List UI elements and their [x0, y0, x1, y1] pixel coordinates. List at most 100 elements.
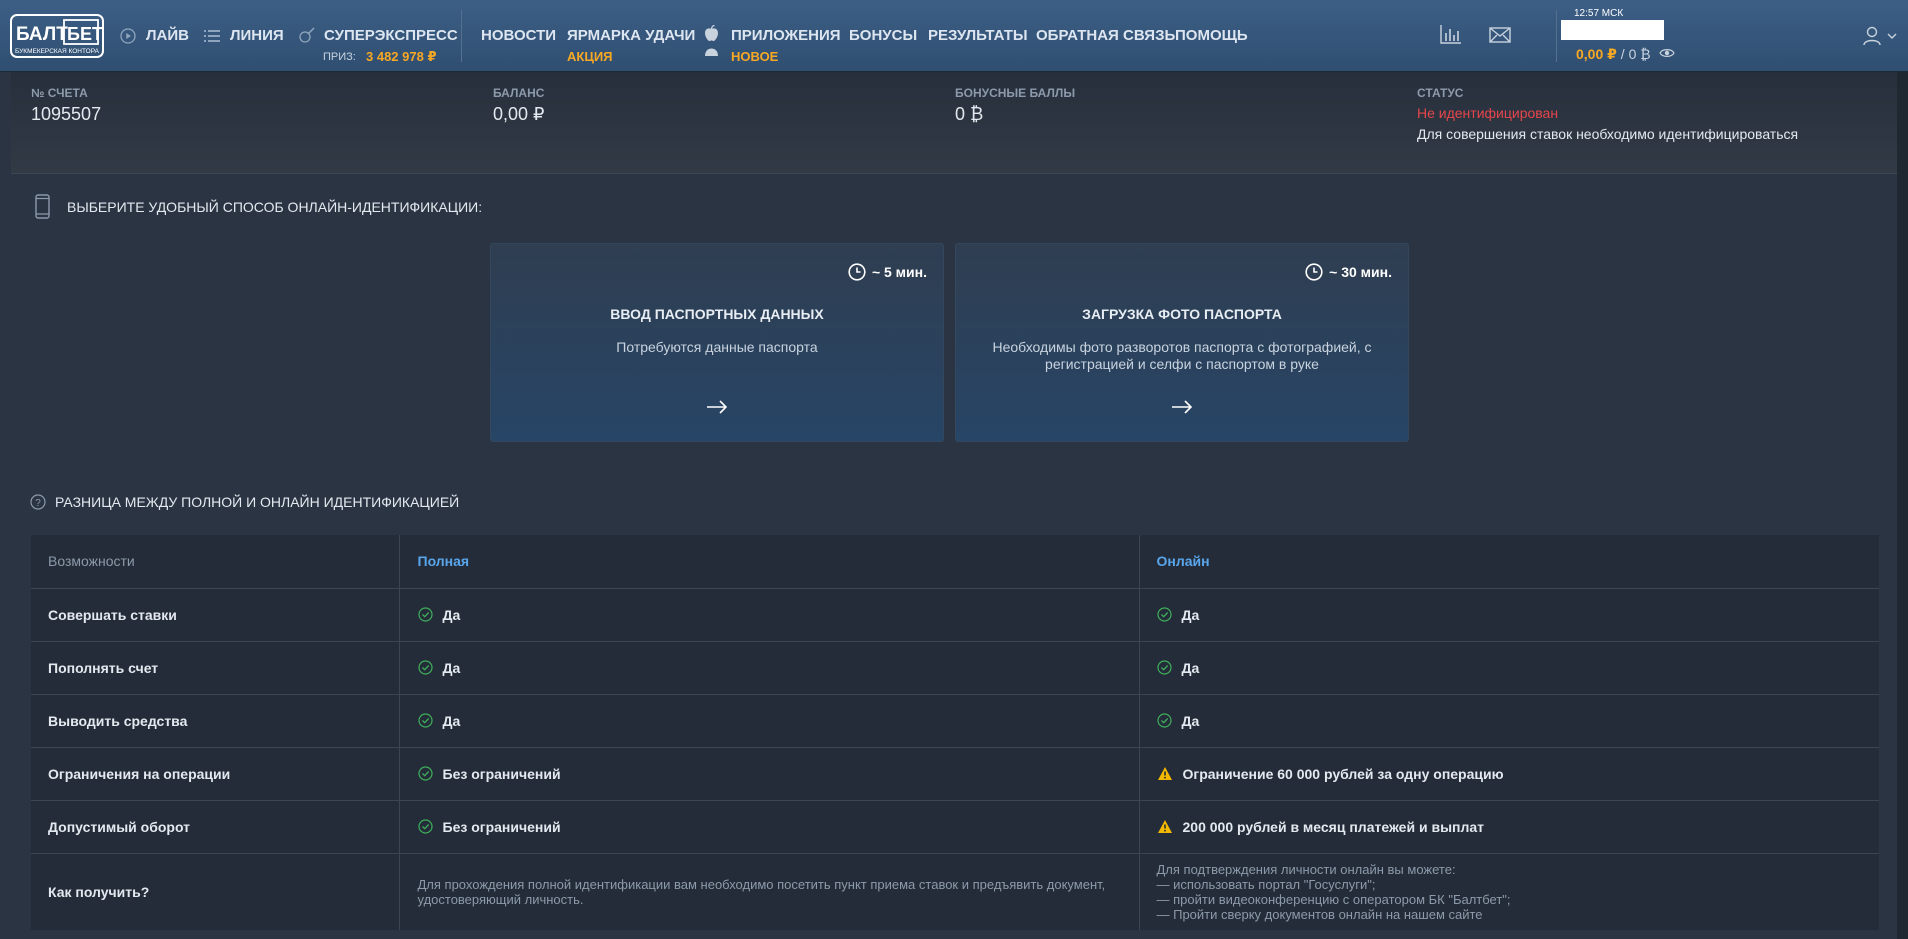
- nav-help[interactable]: ПОМОЩЬ: [1175, 27, 1248, 44]
- user-icon[interactable]: [1862, 26, 1882, 46]
- card-time-text: ~ 30 мин.: [1329, 264, 1392, 280]
- header-balance-bonus: 0 ₿: [1628, 46, 1651, 62]
- svg-text:?: ?: [35, 498, 41, 509]
- nav-line[interactable]: ЛИНИЯ: [230, 27, 284, 44]
- row-full-value: Да: [442, 712, 461, 729]
- fair-badge: АКЦИЯ: [567, 49, 613, 64]
- header-divider: [461, 10, 462, 62]
- logo-text-top: БАЛТ: [16, 24, 68, 45]
- how-online-line: — использовать портал "Госуслуги";: [1156, 876, 1376, 892]
- balance-label: БАЛАНС: [493, 86, 545, 100]
- nav-superexpress[interactable]: СУПЕРЭКСПРЕСС: [324, 27, 458, 44]
- card-description: Необходимы фото разворотов паспорта с фо…: [992, 339, 1372, 372]
- status-value: Не идентифицирован: [1417, 105, 1559, 121]
- top-header: БАЛТ БЕТ БУКМЕКЕРСКАЯ КОНТОРА ЛАЙВ ЛИНИЯ…: [0, 0, 1908, 72]
- row-full-value: Да: [442, 659, 461, 676]
- row-full-value: Без ограничений: [442, 818, 561, 835]
- header-balance-rub: 0,00 ₽: [1576, 46, 1617, 62]
- row-online-value: Ограничение 60 000 рублей за одну операц…: [1182, 765, 1504, 782]
- nav-apps[interactable]: ПРИЛОЖЕНИЯ: [731, 27, 841, 44]
- table-row: Пополнять счет Да Да: [31, 641, 1879, 695]
- card-passport-data[interactable]: ~ 5 мин. ВВОД ПАСПОРТНЫХ ДАННЫХ Потребую…: [490, 243, 944, 442]
- arrow-right-icon[interactable]: [706, 400, 728, 414]
- check-circle-icon: [1156, 660, 1172, 675]
- card-title: ВВОД ПАСПОРТНЫХ ДАННЫХ: [610, 306, 824, 322]
- help-circle-icon[interactable]: ?: [30, 494, 46, 510]
- account-number-value: 1095507: [31, 104, 102, 124]
- status-label: СТАТУС: [1417, 86, 1464, 100]
- column-header-online: Онлайн: [1138, 535, 1879, 589]
- row-online-value: Да: [1181, 606, 1200, 623]
- bonus-points-label: БОНУСНЫЕ БАЛЛЫ: [955, 86, 1076, 100]
- row-feature: Пополнять счет: [31, 641, 399, 695]
- status-note: Для совершения ставок необходимо идентиф…: [1417, 126, 1799, 142]
- row-feature: Выводить средства: [31, 694, 399, 748]
- table-row: Ограничения на операции Без ограничений …: [31, 747, 1879, 801]
- nav-feedback[interactable]: ОБРАТНАЯ СВЯЗЬ: [1036, 27, 1175, 44]
- chart-icon[interactable]: [1440, 24, 1462, 44]
- nav-live[interactable]: ЛАЙВ: [146, 27, 189, 44]
- table-row: Выводить средства Да Да: [31, 694, 1879, 748]
- check-circle-icon: [417, 660, 433, 675]
- identify-title: ВЫБЕРИТЕ УДОБНЫЙ СПОСОБ ОНЛАЙН-ИДЕНТИФИК…: [67, 199, 483, 215]
- superexpress-icon: [299, 27, 315, 43]
- nav-bonuses[interactable]: БОНУСЫ: [849, 27, 917, 44]
- eye-icon[interactable]: [1659, 47, 1675, 59]
- card-time: ~ 5 мин.: [848, 263, 927, 281]
- phone-icon: [35, 194, 50, 219]
- balance-block: БАЛАНС 0,00 ₽: [493, 86, 545, 125]
- card-title: ЗАГРУЗКА ФОТО ПАСПОРТА: [1082, 306, 1282, 322]
- check-circle-icon: [417, 766, 433, 781]
- arrow-right-icon[interactable]: [1171, 400, 1193, 414]
- check-circle-icon: [1156, 713, 1172, 728]
- nav-fair[interactable]: ЯРМАРКА УДАЧИ: [567, 27, 695, 44]
- bonus-points-value: 0 ₿: [955, 104, 984, 124]
- site-logo[interactable]: БАЛТ БЕТ БУКМЕКЕРСКАЯ КОНТОРА: [10, 14, 104, 58]
- logo-text-sub: БУКМЕКЕРСКАЯ КОНТОРА: [15, 48, 100, 55]
- how-online-line: Для подтверждения личности онлайн вы мож…: [1156, 861, 1456, 877]
- bonus-points-block: БОНУСНЫЕ БАЛЛЫ 0 ₿: [955, 86, 1075, 125]
- warning-icon: [1157, 820, 1172, 833]
- chevron-down-icon[interactable]: [1887, 33, 1897, 40]
- diff-title: РАЗНИЦА МЕЖДУ ПОЛНОЙ И ОНЛАЙН ИДЕНТИФИКА…: [55, 494, 460, 510]
- header-balance-separator: /: [1616, 46, 1629, 62]
- row-online-value: Да: [1181, 712, 1200, 729]
- check-circle-icon: [417, 607, 433, 622]
- warning-icon: [1157, 767, 1172, 780]
- how-full-text: Для прохождения полной идентификации вам…: [398, 853, 1139, 930]
- logo-text-box: БЕТ: [67, 24, 103, 44]
- android-icon: [705, 48, 718, 56]
- row-feature: Допустимый оборот: [31, 800, 399, 854]
- check-circle-icon: [417, 713, 433, 728]
- card-time: ~ 30 мин.: [1305, 263, 1392, 281]
- row-feature: Ограничения на операции: [31, 747, 399, 801]
- header-balance: 0,00 ₽ / 0 ₿: [1576, 46, 1651, 63]
- how-online-text: Для подтверждения личности онлайн вы мож…: [1138, 853, 1879, 930]
- apps-badge: НОВОЕ: [731, 49, 779, 64]
- row-feature: Как получить?: [48, 883, 150, 900]
- nav-results[interactable]: РЕЗУЛЬТАТЫ: [928, 27, 1028, 44]
- card-time-text: ~ 5 мин.: [871, 264, 927, 280]
- prize-value: 3 482 978 ₽: [366, 49, 437, 64]
- play-icon: [120, 28, 136, 44]
- mail-icon[interactable]: [1489, 27, 1511, 43]
- apple-icon: [705, 25, 718, 41]
- clock-icon: [848, 263, 866, 281]
- table-row-how-to-get: Как получить? Для прохождения полной иде…: [31, 853, 1879, 930]
- table-header-row: Возможности Полная Онлайн: [31, 535, 1879, 589]
- how-online-line: — пройти видеоконференцию с оператором Б…: [1156, 891, 1511, 907]
- column-header-full: Полная: [398, 535, 1139, 589]
- nav-news[interactable]: НОВОСТИ: [481, 27, 556, 44]
- row-full-value: Да: [442, 606, 461, 623]
- row-full-value: Без ограничений: [442, 765, 561, 782]
- table-row: Совершать ставки Да Да: [31, 588, 1879, 642]
- column-header-features: Возможности: [31, 535, 399, 589]
- header-divider-right: [1556, 10, 1557, 62]
- how-online-line: — Пройти сверку документов онлайн на наш…: [1156, 906, 1483, 922]
- row-feature: Совершать ставки: [31, 588, 399, 642]
- card-passport-photo[interactable]: ~ 30 мин. ЗАГРУЗКА ФОТО ПАСПОРТА Необход…: [955, 243, 1409, 442]
- row-online-value: Да: [1181, 659, 1200, 676]
- clock-text: 12:57 МСК: [1574, 8, 1624, 19]
- scrollbar[interactable]: [1897, 72, 1908, 939]
- card-description: Потребуются данные паспорта: [616, 339, 818, 355]
